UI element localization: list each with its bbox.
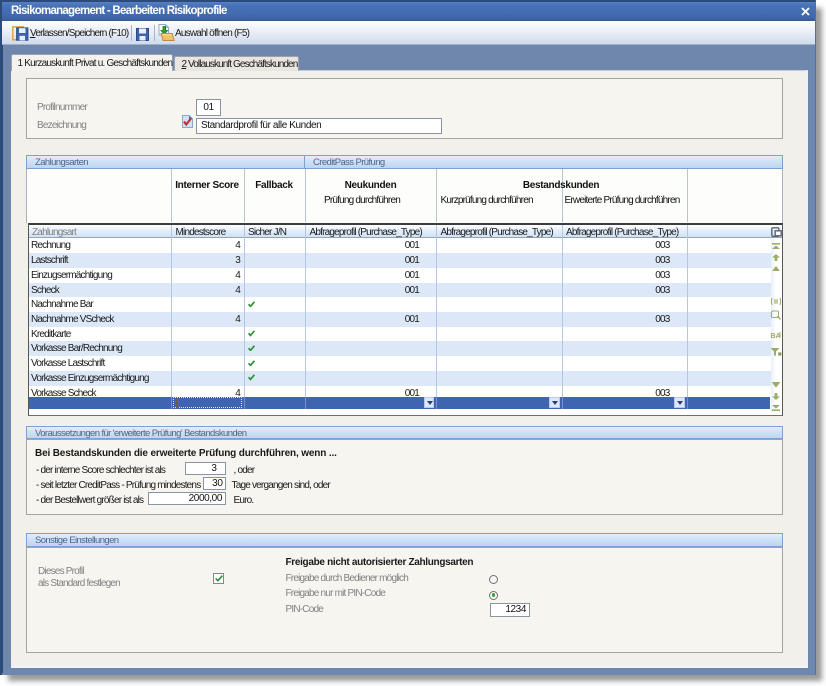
svg-text:BA: BA (771, 333, 781, 339)
